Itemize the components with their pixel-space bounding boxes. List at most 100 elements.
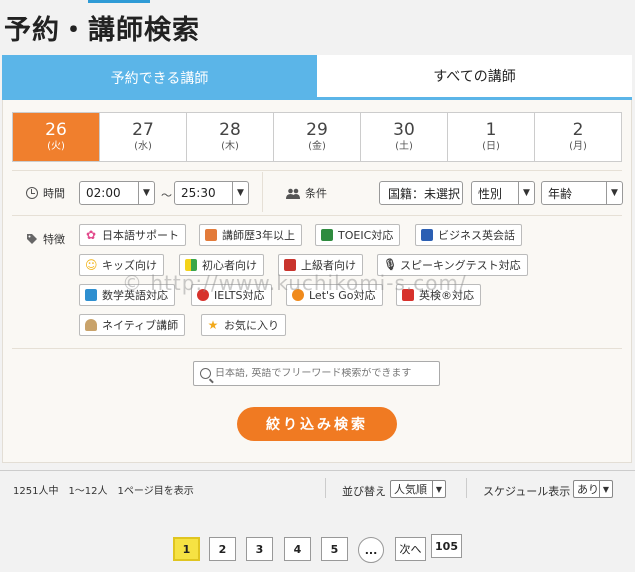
chevron-down-icon: ▼ [432,481,445,497]
divider [262,172,263,212]
feature-tag-label: お気に入り [224,319,279,332]
feature-tag[interactable]: TOEIC対応 [315,224,401,246]
date-cell[interactable]: 29 (金) [274,113,361,161]
last-page-button[interactable]: 105 [431,534,462,558]
time-to-value: 25:30 [181,186,216,200]
divider [12,348,622,349]
feature-tag[interactable]: 講師歴3年以上 [199,224,302,246]
gender-select[interactable]: 性別 ▼ [471,181,535,205]
feature-tag[interactable]: ビジネス英会話 [415,224,522,246]
features-label: 特徴 [26,231,65,247]
date-weekday: (月) [569,141,587,152]
clock-icon [26,187,38,199]
page-button[interactable]: 3 [246,537,273,561]
sort-label: 並び替え [342,485,386,498]
divider [12,215,622,216]
date-day: 2 [572,120,584,140]
divider [325,478,326,498]
feature-tag[interactable]: ★ お気に入り [201,314,286,336]
box-icon [205,229,217,241]
date-day: 27 [132,120,154,140]
time-to-select[interactable]: 25:30 ▼ [174,181,249,205]
star-icon: ★ [207,318,219,332]
date-selector: 26 (火) 27 (水) 28 (木) 29 (金) 30 (土) 1 (日) 2 (月) [12,112,622,162]
beginner-icon [185,259,197,271]
feature-tag-label: TOEIC対応 [338,229,394,242]
tab-available-teachers[interactable]: 予約できる講師 [2,55,317,100]
freeword-search [193,361,440,386]
chevron-down-icon: ▼ [599,481,612,497]
chevron-down-icon: ▼ [232,182,248,204]
tag-icon [27,234,37,244]
flower-icon: ✿ [85,228,97,242]
feature-tag[interactable]: ✿ 日本語サポート [79,224,186,246]
date-weekday: (日) [482,141,500,152]
date-weekday: (土) [395,141,413,152]
gender-value: 性別 [478,186,503,201]
sort-select[interactable]: 人気順 ▼ [390,480,446,498]
time-label-text: 時間 [43,187,65,200]
feature-tag-label: ビジネス英会話 [438,229,515,242]
date-day: 1 [485,120,497,140]
page-ellipsis: ... [358,537,384,563]
sort-value: 人気順 [394,483,427,496]
time-from-select[interactable]: 02:00 ▼ [79,181,155,205]
divider [466,478,467,498]
people-icon [286,188,300,199]
tab-all-teachers[interactable]: すべての講師 [317,55,632,100]
date-day: 28 [219,120,241,140]
page-button[interactable]: 1 [173,537,200,561]
watermark: © http://www.kuchikomi-s.com/ [122,271,467,295]
top-accent-line [88,0,150,3]
person-icon [85,319,97,331]
date-cell[interactable]: 26 (火) [13,113,100,161]
conditions-label-text: 条件 [305,187,327,200]
pagination: 1 2 3 4 5 ... 次へ 105 [0,534,635,563]
conditions-label: 条件 [286,185,327,201]
feature-tag-label: ネイティブ講師 [102,319,179,332]
books-icon [421,229,433,241]
search-icon [200,368,211,379]
time-from-value: 02:00 [86,186,121,200]
search-input[interactable] [215,368,425,379]
date-day: 30 [393,120,415,140]
feature-tag-label: 日本語サポート [102,229,179,242]
next-page-button[interactable]: 次へ [395,537,426,561]
date-weekday: (火) [47,141,65,152]
schedule-label: スケジュール表示 [483,485,571,498]
page-title: 予約・講師検索 [4,15,200,46]
smile-icon: ☺ [85,258,98,272]
date-day: 26 [45,120,67,140]
grid-icon [85,289,97,301]
schedule-select[interactable]: あり ▼ [573,480,613,498]
nationality-select[interactable]: 国籍：未選択 [379,181,463,205]
tab-bar: 予約できる講師 すべての講師 [2,55,632,100]
date-cell[interactable]: 2 (月) [535,113,621,161]
feature-tag-label: 講師歴3年以上 [222,229,295,242]
date-cell[interactable]: 28 (木) [187,113,274,161]
date-cell[interactable]: 30 (土) [361,113,448,161]
date-cell[interactable]: 27 (水) [100,113,187,161]
date-day: 29 [306,120,328,140]
filter-search-button[interactable]: 絞り込み検索 [237,407,397,441]
chevron-down-icon: ▼ [606,182,622,204]
feature-tag[interactable]: ネイティブ講師 [79,314,186,336]
microphone-icon: 🎙 [383,258,397,271]
divider [12,170,622,171]
time-separator: ～ [161,189,172,202]
graduation-cap-icon [284,259,296,271]
flag-icon [321,229,333,241]
date-weekday: (水) [134,141,152,152]
time-label: 時間 [26,185,65,201]
results-summary: 1251人中 1～12人 1ページ目を表示 [13,486,194,497]
nationality-value: 国籍：未選択 [388,186,461,201]
date-weekday: (木) [221,141,239,152]
age-value: 年齢 [548,186,573,201]
page-button[interactable]: 5 [321,537,348,561]
chevron-down-icon: ▼ [138,182,154,204]
features-label-text: 特徴 [43,233,65,246]
age-select[interactable]: 年齢 ▼ [541,181,623,205]
page-button[interactable]: 4 [284,537,311,561]
page-button[interactable]: 2 [209,537,236,561]
date-cell[interactable]: 1 (日) [448,113,535,161]
